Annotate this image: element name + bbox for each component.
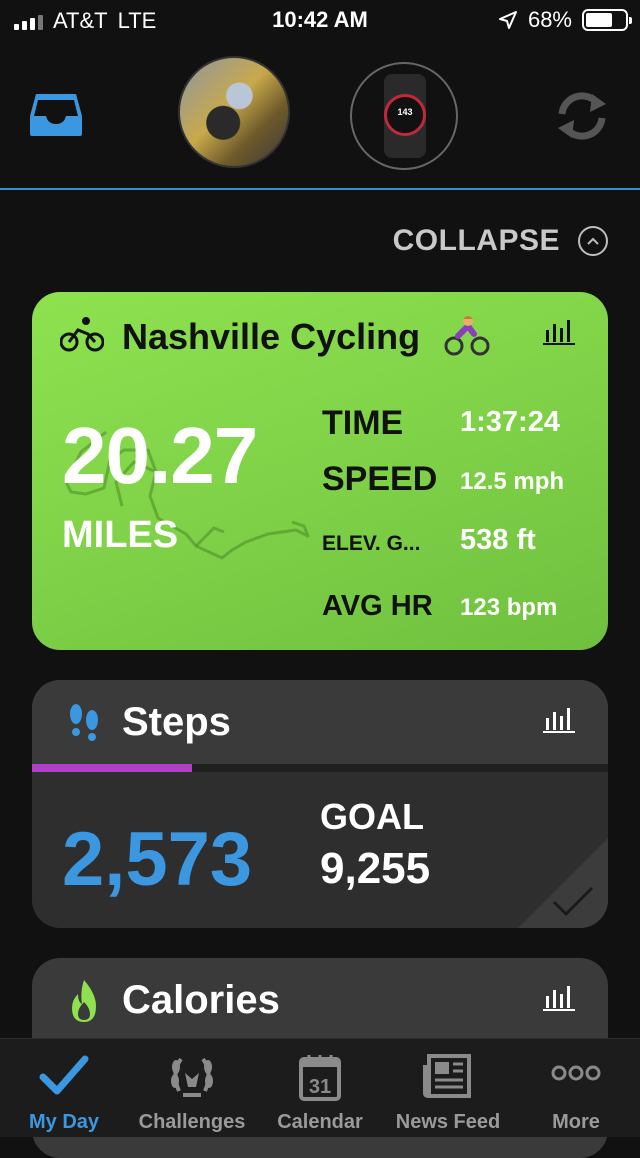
newspaper-icon	[423, 1054, 471, 1098]
footprints-icon	[70, 704, 98, 741]
steps-title: Steps	[122, 700, 231, 744]
tab-more[interactable]: More	[512, 1039, 640, 1137]
bicycle-icon	[60, 317, 104, 352]
distance-unit: MILES	[62, 514, 179, 556]
tab-label: Calendar	[277, 1111, 363, 1133]
profile-avatar[interactable]	[178, 56, 290, 168]
chart-bars-icon[interactable]	[542, 318, 576, 346]
collapse-button[interactable]: COLLAPSE	[393, 224, 608, 258]
laurel-icon	[171, 1057, 213, 1097]
stat-value-elevation: 538 ft	[460, 524, 536, 556]
steps-progress-bar	[32, 764, 608, 772]
stat-label-elevation: ELEV. G...	[322, 532, 421, 555]
app-header: 143	[0, 40, 640, 190]
watch-face: 143	[384, 94, 426, 136]
tab-challenges[interactable]: Challenges	[128, 1039, 256, 1137]
tab-label: Challenges	[138, 1111, 246, 1133]
tab-bar: My Day Challenges 31 Calendar News Feed …	[0, 1038, 640, 1137]
distance-value: 20.27	[62, 411, 258, 500]
flame-icon	[72, 980, 96, 1022]
calendar-icon: 31	[299, 1055, 341, 1101]
stat-label-avg-hr: AVG HR	[322, 590, 433, 622]
steps-card[interactable]: Steps 2,573 GOAL 9,255	[32, 680, 608, 928]
chart-bars-icon[interactable]	[542, 706, 576, 734]
sync-icon[interactable]	[552, 88, 612, 144]
stat-value-avg-hr: 123 bpm	[460, 594, 558, 621]
steps-goal-label: GOAL	[320, 796, 424, 837]
chevron-up-icon	[578, 226, 608, 256]
collapse-label: COLLAPSE	[392, 224, 560, 257]
tab-label: News Feed	[395, 1111, 501, 1133]
tab-my-day[interactable]: My Day	[0, 1039, 128, 1137]
inbox-icon[interactable]	[28, 92, 84, 138]
location-arrow-icon	[498, 11, 517, 29]
tab-calendar[interactable]: 31 Calendar	[256, 1039, 384, 1137]
steps-card-header: Steps	[32, 680, 608, 764]
activity-card-cycling[interactable]: Nashville Cycling 20.27 MILES TIME 1:37:…	[32, 292, 608, 650]
battery-percent: 68%	[527, 7, 572, 32]
stat-label-speed: SPEED	[322, 460, 438, 498]
tab-label: More	[552, 1111, 600, 1133]
woman-biking-emoji	[444, 316, 490, 356]
stat-label-time: TIME	[322, 404, 404, 442]
calendar-date: 31	[309, 1076, 331, 1098]
check-icon	[39, 1055, 89, 1095]
tab-news-feed[interactable]: News Feed	[384, 1039, 512, 1137]
tab-label: My Day	[28, 1111, 100, 1133]
battery-icon	[582, 9, 632, 31]
steps-progress-fill	[32, 764, 193, 772]
steps-goal-value: 9,255	[320, 844, 431, 893]
more-icon	[551, 1065, 601, 1081]
steps-count: 2,573	[62, 817, 253, 902]
stat-value-time: 1:37:24	[460, 406, 560, 438]
activity-title: Nashville Cycling	[122, 316, 421, 357]
status-bar: AT&T LTE 10:42 AM 68%	[0, 0, 640, 40]
calories-title: Calories	[122, 978, 280, 1022]
chart-bars-icon[interactable]	[542, 984, 576, 1012]
checkmark-icon	[552, 886, 594, 917]
stat-value-speed: 12.5 mph	[460, 468, 565, 495]
device-watch-button[interactable]: 143	[350, 62, 458, 170]
